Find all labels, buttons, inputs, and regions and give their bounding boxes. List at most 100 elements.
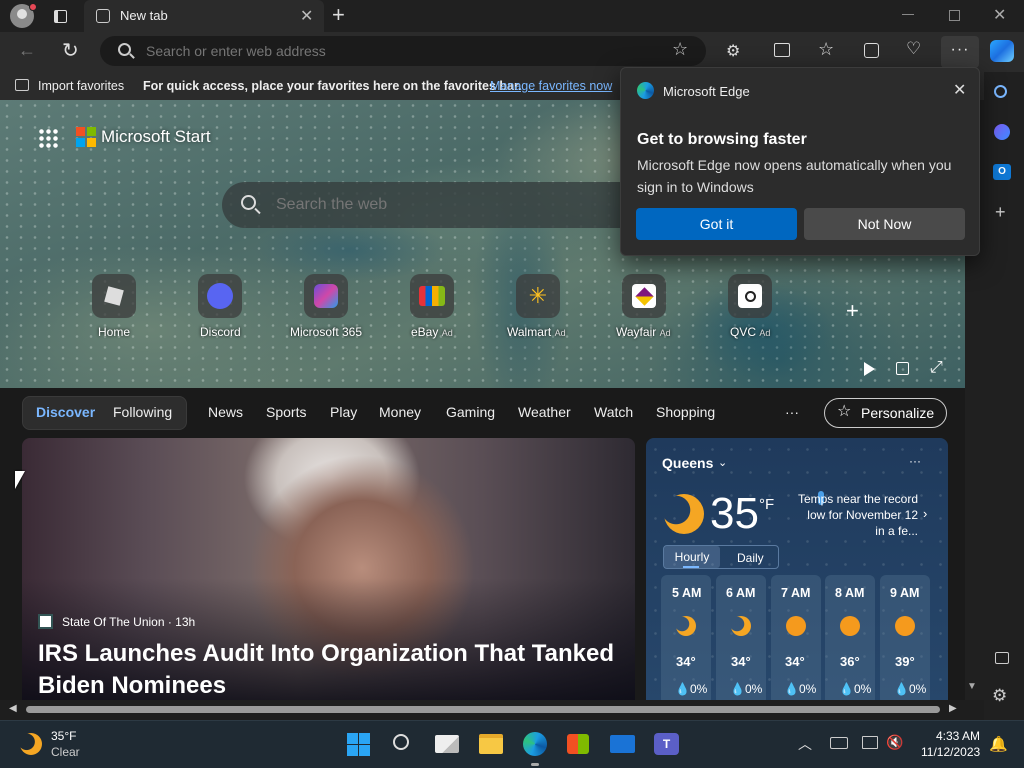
discord-icon [207,283,233,309]
ad-badge: Ad [441,328,453,338]
settings-more-button[interactable]: ··· [941,36,979,68]
extensions-icon[interactable]: ⚙ [726,41,740,61]
ad-badge: Ad [554,328,566,338]
nav-shopping[interactable]: Shopping [656,404,715,420]
back-button[interactable]: ← [18,40,36,61]
tab-actions-button[interactable] [50,6,70,26]
scroll-right-arrow[interactable]: ▶ [949,703,957,714]
task-view-icon[interactable] [435,735,459,753]
taskbar-weather-desc[interactable]: Clear [51,745,80,759]
tile-walmart[interactable]: ✳ [516,274,560,318]
outlook-icon[interactable]: O [993,164,1011,180]
tab-hourly[interactable]: Hourly [664,546,720,568]
apps-launcher-icon[interactable] [38,128,58,148]
nav-more-button[interactable]: ··· [785,404,799,420]
nav-play[interactable]: Play [330,404,357,420]
copilot-icon[interactable] [990,40,1014,62]
restore-button[interactable] [949,10,960,21]
address-input[interactable] [146,41,626,61]
browser-essentials-icon[interactable]: ♡ [906,39,921,59]
refresh-button[interactable]: ↻ [62,38,79,63]
add-shortcut-icon[interactable]: + [846,298,859,324]
personalize-button[interactable]: ☆ Personalize [824,398,947,428]
nav-watch[interactable]: Watch [594,404,633,420]
tile-ebay[interactable] [410,274,454,318]
tile-discord[interactable] [198,274,242,318]
tab-following[interactable]: Following [113,404,172,420]
notification-bell-icon[interactable]: 🔔 [989,735,1008,753]
close-window-button[interactable]: ✕ [993,5,1006,25]
import-favorites-link[interactable]: Import favorites [38,79,124,93]
sidebar-settings-icon[interactable]: ⚙ [992,686,1007,706]
tile-qvc[interactable] [728,274,772,318]
edge-taskbar-icon[interactable] [523,732,547,756]
customize-background-icon[interactable] [896,362,909,375]
nav-gaming[interactable]: Gaming [446,404,495,420]
tab-daily[interactable]: Daily [737,551,764,565]
tab-actions-icon [53,9,67,23]
nav-weather[interactable]: Weather [518,404,571,420]
nav-money[interactable]: Money [379,404,421,420]
weather-note[interactable]: Temps near the record low for November 1… [796,491,918,539]
tile-wayfair[interactable] [622,274,666,318]
chevron-down-icon[interactable]: ⌄ [718,456,727,469]
start-button[interactable] [347,733,370,756]
article-headline[interactable]: IRS Launches Audit Into Organization Tha… [38,638,618,700]
got-it-button[interactable]: Got it [636,208,797,240]
favorites-icon[interactable]: ☆ [818,39,834,60]
manage-favorites-link[interactable]: Manage favorites now [490,79,612,93]
web-search-box[interactable] [222,182,642,228]
taskbar-weather-temp[interactable]: 35°F [51,729,76,743]
play-icon[interactable] [864,362,875,376]
hide-sidebar-icon[interactable] [995,652,1009,664]
weather-location[interactable]: Queens [662,455,713,471]
close-tab-icon[interactable]: ✕ [300,6,313,26]
scroll-thumb[interactable] [26,706,940,713]
volume-muted-icon[interactable]: 🔇 [886,734,903,751]
got-it-label: Got it [699,216,734,232]
tab-new-tab[interactable]: New tab ✕ [84,0,324,32]
popup-title: Get to browsing faster [637,131,807,148]
clock-date[interactable]: 11/12/2023 [921,745,980,759]
taskbar-search-icon[interactable] [393,734,409,750]
web-search-input[interactable] [276,195,616,215]
roblox-icon [104,286,124,306]
nav-sports[interactable]: Sports [266,404,306,420]
tab-discover[interactable]: Discover [36,404,95,420]
weather-card[interactable]: Queens ⌄ ··· 35 °F Temps near the record… [646,438,948,700]
teams-icon[interactable]: T [654,733,679,755]
clock-time[interactable]: 4:33 AM [936,729,980,743]
file-explorer-icon[interactable] [479,734,503,754]
copilot-sidebar-icon[interactable] [994,124,1010,140]
show-hidden-icons-chevron[interactable]: ︿ [798,734,812,754]
hour-time: 6 AM [726,586,756,600]
collections-icon[interactable] [864,43,879,58]
weather-more-button[interactable]: ··· [909,454,921,468]
article-card[interactable]: State Of The Union · 13h IRS Launches Au… [22,438,635,700]
chevron-right-icon[interactable]: › [923,506,927,521]
display-icon[interactable] [862,736,878,749]
favorite-star-icon[interactable]: ☆ [672,39,688,60]
tile-home[interactable] [92,274,136,318]
new-tab-button[interactable]: + [332,4,345,26]
network-off-icon[interactable] [830,737,848,749]
mail-icon[interactable] [610,735,635,753]
tile-microsoft-365[interactable] [304,274,348,318]
minimize-button[interactable] [902,14,914,15]
logo-blue [76,138,85,147]
not-now-button[interactable]: Not Now [804,208,965,240]
store-icon[interactable] [567,734,589,754]
add-sidebar-app-icon[interactable]: + [995,202,1006,223]
expand-icon[interactable]: ⤢ [930,359,943,377]
moon-icon[interactable] [20,733,42,755]
nav-news[interactable]: News [208,404,243,420]
popup-body: Microsoft Edge now opens automatically w… [637,157,952,195]
tile-discord-label: Discord [200,325,241,339]
close-popup-icon[interactable]: ✕ [953,80,966,100]
scroll-down-arrow[interactable]: ▼ [967,681,977,692]
scroll-left-arrow[interactable]: ◀ [9,703,17,714]
split-screen-icon[interactable] [774,43,790,57]
search-icon[interactable] [994,85,1007,98]
address-bar[interactable]: ☆ [100,36,706,66]
horizontal-scrollbar[interactable]: ◀ ▶ [0,700,984,720]
